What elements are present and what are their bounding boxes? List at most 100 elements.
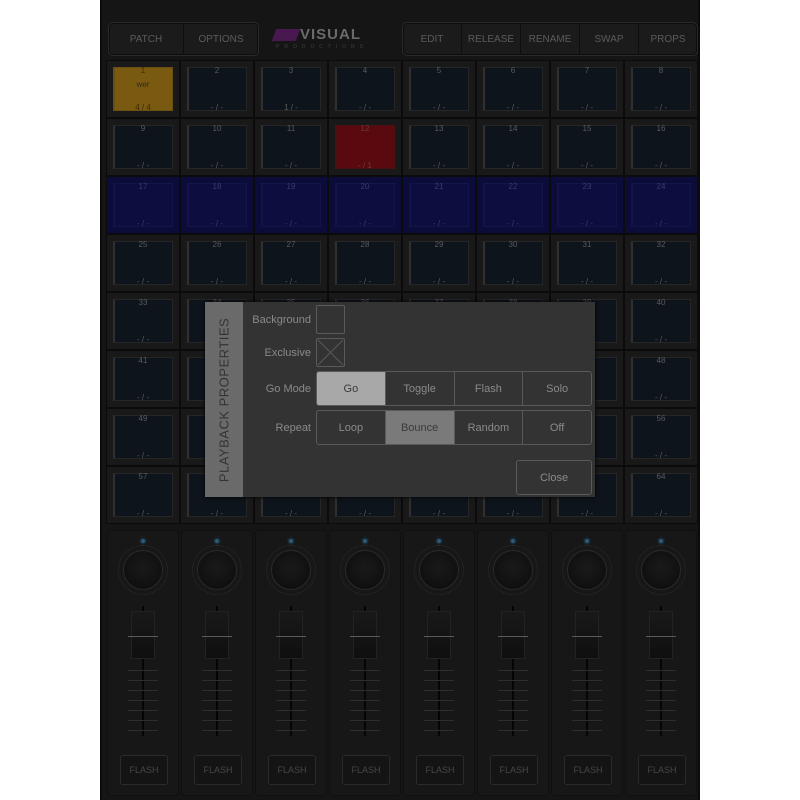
playback-cell[interactable]: 33 - / - — [106, 292, 180, 350]
rotary-knob[interactable] — [197, 550, 237, 590]
playback-cell[interactable]: 2 - / - — [180, 60, 254, 118]
playback-cell[interactable]: 14 - / - — [476, 118, 550, 176]
swap-button[interactable]: SWAP — [580, 23, 639, 55]
playback-cell[interactable]: 17 - / - — [106, 176, 180, 234]
playback-cell[interactable]: 3 1 / - — [254, 60, 328, 118]
go-mode-go[interactable]: Go — [317, 372, 386, 405]
repeat-random[interactable]: Random — [455, 411, 524, 444]
playback-cell[interactable]: 7 - / - — [550, 60, 624, 118]
playback-cell[interactable]: 25 - / - — [106, 234, 180, 292]
fader-handle[interactable] — [572, 611, 602, 659]
status-led-icon — [659, 539, 663, 543]
fader-handle[interactable] — [128, 611, 158, 659]
fader-handle[interactable] — [646, 611, 676, 659]
playback-cell[interactable]: 19 - / - — [254, 176, 328, 234]
options-button[interactable]: OPTIONS — [184, 23, 258, 55]
rotary-knob[interactable] — [271, 550, 311, 590]
fader-handle[interactable] — [350, 611, 380, 659]
flash-button[interactable]: FLASH — [342, 755, 390, 785]
playback-cell[interactable]: 13 - / - — [402, 118, 476, 176]
playback-cell[interactable]: 57 - / - — [106, 466, 180, 524]
playback-cell[interactable]: 40 - / - — [624, 292, 698, 350]
release-button[interactable]: RELEASE — [462, 23, 521, 55]
close-button[interactable]: Close — [516, 460, 592, 495]
playback-cell[interactable]: 16 - / - — [624, 118, 698, 176]
rotary-knob[interactable] — [123, 550, 163, 590]
playback-cell[interactable]: 12 - / 1 — [328, 118, 402, 176]
patch-button[interactable]: PATCH — [109, 23, 184, 55]
flash-button[interactable]: FLASH — [564, 755, 612, 785]
playback-value: - / - — [433, 161, 445, 170]
rotary-knob[interactable] — [345, 550, 385, 590]
playback-number: 17 — [138, 182, 148, 191]
fader-handle[interactable] — [498, 611, 528, 659]
playback-cell[interactable]: 20 - / - — [328, 176, 402, 234]
rotary-knob[interactable] — [641, 550, 681, 590]
repeat-off[interactable]: Off — [523, 411, 591, 444]
repeat-loop[interactable]: Loop — [317, 411, 386, 444]
playback-cell[interactable]: 18 - / - — [180, 176, 254, 234]
flash-button[interactable]: FLASH — [194, 755, 242, 785]
go-mode-toggle[interactable]: Toggle — [386, 372, 455, 405]
rotary-knob[interactable] — [419, 550, 459, 590]
fader-handle[interactable] — [276, 611, 306, 659]
fader-handle[interactable] — [424, 611, 454, 659]
playback-value: - / - — [655, 161, 667, 170]
fader-scale — [202, 661, 232, 731]
playback-cell[interactable]: 1 wer 4 / 4 — [106, 60, 180, 118]
playback-cell[interactable]: 28 - / - — [328, 234, 402, 292]
playback-cell[interactable]: 32 - / - — [624, 234, 698, 292]
edit-button[interactable]: EDIT — [403, 23, 462, 55]
playback-cell[interactable]: 8 - / - — [624, 60, 698, 118]
props-button[interactable]: PROPS — [639, 23, 697, 55]
repeat-bounce[interactable]: Bounce — [385, 411, 455, 444]
playback-cell[interactable]: 10 - / - — [180, 118, 254, 176]
playback-cell[interactable]: 4 - / - — [328, 60, 402, 118]
playback-value: - / - — [655, 451, 667, 460]
rename-button[interactable]: RENAME — [521, 23, 580, 55]
playback-value: - / - — [433, 277, 445, 286]
playback-value: - / - — [211, 103, 223, 112]
flash-button[interactable]: FLASH — [416, 755, 464, 785]
playback-cell[interactable]: 23 - / - — [550, 176, 624, 234]
playback-value: - / - — [581, 103, 593, 112]
dialog-title-bar: PLAYBACK PROPERTIES — [205, 302, 243, 497]
playback-cell[interactable]: 11 - / - — [254, 118, 328, 176]
playback-cell[interactable]: 29 - / - — [402, 234, 476, 292]
playback-number: 40 — [656, 298, 666, 307]
rotary-knob[interactable] — [567, 550, 607, 590]
playback-cell[interactable]: 24 - / - — [624, 176, 698, 234]
fader-handle[interactable] — [202, 611, 232, 659]
playback-cell[interactable]: 9 - / - — [106, 118, 180, 176]
playback-cell[interactable]: 5 - / - — [402, 60, 476, 118]
flash-button[interactable]: FLASH — [490, 755, 538, 785]
playback-cell[interactable]: 6 - / - — [476, 60, 550, 118]
playback-cell[interactable]: 64 - / - — [624, 466, 698, 524]
flash-button[interactable]: FLASH — [268, 755, 316, 785]
status-led-icon — [215, 539, 219, 543]
playback-value: - / - — [655, 103, 667, 112]
playback-cell[interactable]: 31 - / - — [550, 234, 624, 292]
playback-cell[interactable]: 21 - / - — [402, 176, 476, 234]
go-mode-label: Go Mode — [265, 383, 311, 395]
playback-value: - / - — [137, 451, 149, 460]
exclusive-checkbox[interactable] — [316, 338, 345, 367]
playback-number: 2 — [214, 66, 220, 75]
playback-value: - / - — [137, 509, 149, 518]
playback-cell[interactable]: 27 - / - — [254, 234, 328, 292]
playback-cell[interactable]: 30 - / - — [476, 234, 550, 292]
playback-cell[interactable]: 26 - / - — [180, 234, 254, 292]
playback-cell[interactable]: 41 - / - — [106, 350, 180, 408]
go-mode-solo[interactable]: Solo — [523, 372, 591, 405]
playback-cell[interactable]: 49 - / - — [106, 408, 180, 466]
go-mode-flash[interactable]: Flash — [455, 372, 524, 405]
playback-cell[interactable]: 22 - / - — [476, 176, 550, 234]
rotary-knob[interactable] — [493, 550, 533, 590]
flash-button[interactable]: FLASH — [638, 755, 686, 785]
playback-cell[interactable]: 56 - / - — [624, 408, 698, 466]
playback-cell[interactable]: 15 - / - — [550, 118, 624, 176]
flash-button[interactable]: FLASH — [120, 755, 168, 785]
playback-cell[interactable]: 48 - / - — [624, 350, 698, 408]
playback-number: 13 — [434, 124, 444, 133]
background-checkbox[interactable] — [316, 305, 345, 334]
